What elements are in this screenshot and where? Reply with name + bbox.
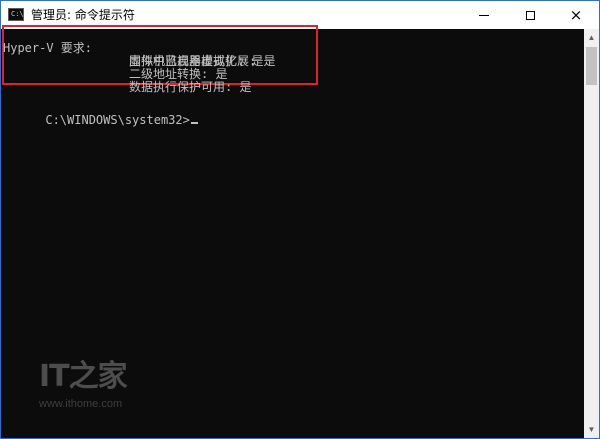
minimize-icon xyxy=(479,14,489,16)
vertical-scrollbar[interactable]: ▲ ▼ xyxy=(584,29,599,438)
app-icon-glyph: C:\ xyxy=(11,10,24,18)
window-title: 管理员: 命令提示符 xyxy=(31,8,135,22)
watermark-url: www.ithome.com xyxy=(39,398,123,410)
prompt-line[interactable]: C:\WINDOWS\system32> xyxy=(2,101,198,127)
scrollbar-thumb[interactable] xyxy=(586,47,597,85)
command-prompt: C:\WINDOWS\system32> xyxy=(45,113,190,127)
scroll-down-arrow-icon[interactable]: ▼ xyxy=(584,421,599,438)
console-line: 固件中已启用虚拟化: 是 xyxy=(2,42,263,68)
text-cursor xyxy=(190,122,198,124)
ithome-watermark: IT之家 www.ithome.com xyxy=(39,361,139,421)
command-prompt-window: C:\ 管理员: 命令提示符 × Hyper-V 要求: 虚拟机监视器模式扩展:… xyxy=(0,0,600,439)
close-button[interactable]: × xyxy=(553,1,599,29)
maximize-icon xyxy=(525,10,535,20)
command-prompt-icon[interactable]: C:\ xyxy=(8,8,24,21)
console-line: 二级地址转换: 是 xyxy=(2,55,227,81)
minimize-button[interactable] xyxy=(461,1,507,29)
close-icon: × xyxy=(569,5,583,24)
console-line: 数据执行保护可用: 是 xyxy=(2,68,251,94)
maximize-button[interactable] xyxy=(507,1,553,29)
console-line: Hyper-V 要求: 虚拟机监视器模式扩展: 是 xyxy=(2,29,275,68)
watermark-logo: IT之家 xyxy=(39,359,128,394)
requirement-line: 数据执行保护可用: 是 xyxy=(129,80,252,94)
scroll-up-arrow-icon[interactable]: ▲ xyxy=(584,29,599,46)
